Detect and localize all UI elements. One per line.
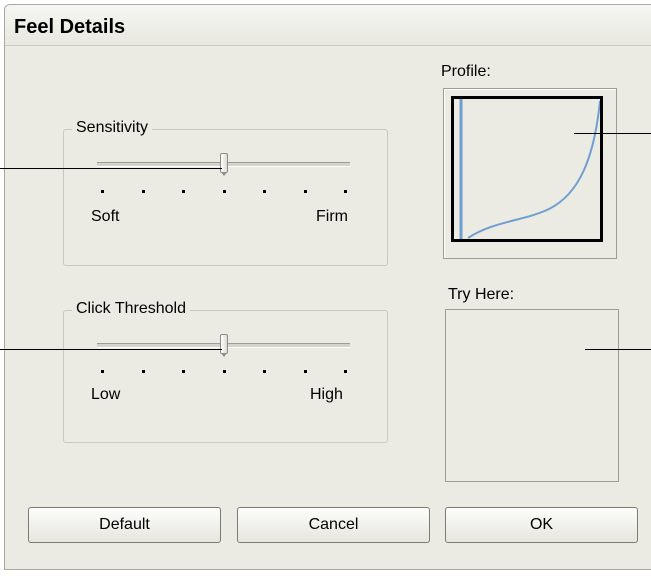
sensitivity-tick (263, 190, 266, 193)
feel-details-dialog: Feel Details Sensitivity Soft Firm Click… (4, 4, 651, 570)
sensitivity-slider-thumb[interactable] (219, 153, 228, 176)
click-threshold-tick (303, 370, 307, 373)
sensitivity-callout-line (0, 168, 222, 169)
sensitivity-tick (182, 190, 185, 193)
try-here-callout-line (585, 349, 651, 350)
click-threshold-max-label: High (310, 386, 343, 403)
default-button[interactable]: Default (28, 507, 221, 543)
ok-button[interactable]: OK (445, 507, 638, 543)
dialog-title: Feel Details (14, 16, 126, 38)
click-threshold-callout-line (0, 349, 222, 350)
sensitivity-tick (303, 190, 307, 193)
try-here-area[interactable] (445, 309, 619, 482)
sensitivity-min-label: Soft (91, 208, 120, 225)
click-threshold-slider-thumb[interactable] (219, 334, 228, 357)
sensitivity-legend: Sensitivity (72, 119, 153, 137)
sensitivity-max-label: Firm (316, 208, 348, 225)
sensitivity-tick (222, 190, 226, 193)
click-threshold-tick (101, 370, 104, 373)
dialog-title-bar[interactable]: Feel Details (5, 5, 651, 46)
sensitivity-tick (101, 190, 104, 193)
click-threshold-tick (222, 370, 226, 373)
profile-label: Profile: (441, 63, 491, 80)
click-threshold-tick (263, 370, 266, 373)
sensitivity-tick (141, 190, 145, 193)
cancel-button[interactable]: Cancel (237, 507, 430, 543)
click-threshold-tick (141, 370, 145, 373)
sensitivity-tick (344, 190, 347, 193)
click-threshold-tick (182, 370, 185, 373)
sensitivity-group: Sensitivity (63, 119, 388, 266)
click-threshold-tick (344, 370, 347, 373)
profile-curve (467, 100, 600, 239)
click-threshold-min-label: Low (91, 386, 121, 403)
try-here-label: Try Here: (448, 286, 515, 303)
profile-preview (443, 88, 617, 259)
profile-callout-line (574, 133, 651, 134)
profile-curve-graph (459, 99, 600, 239)
profile-graph-frame (451, 96, 603, 242)
click-threshold-group: Click Threshold (63, 300, 388, 443)
click-threshold-legend: Click Threshold (72, 300, 190, 318)
